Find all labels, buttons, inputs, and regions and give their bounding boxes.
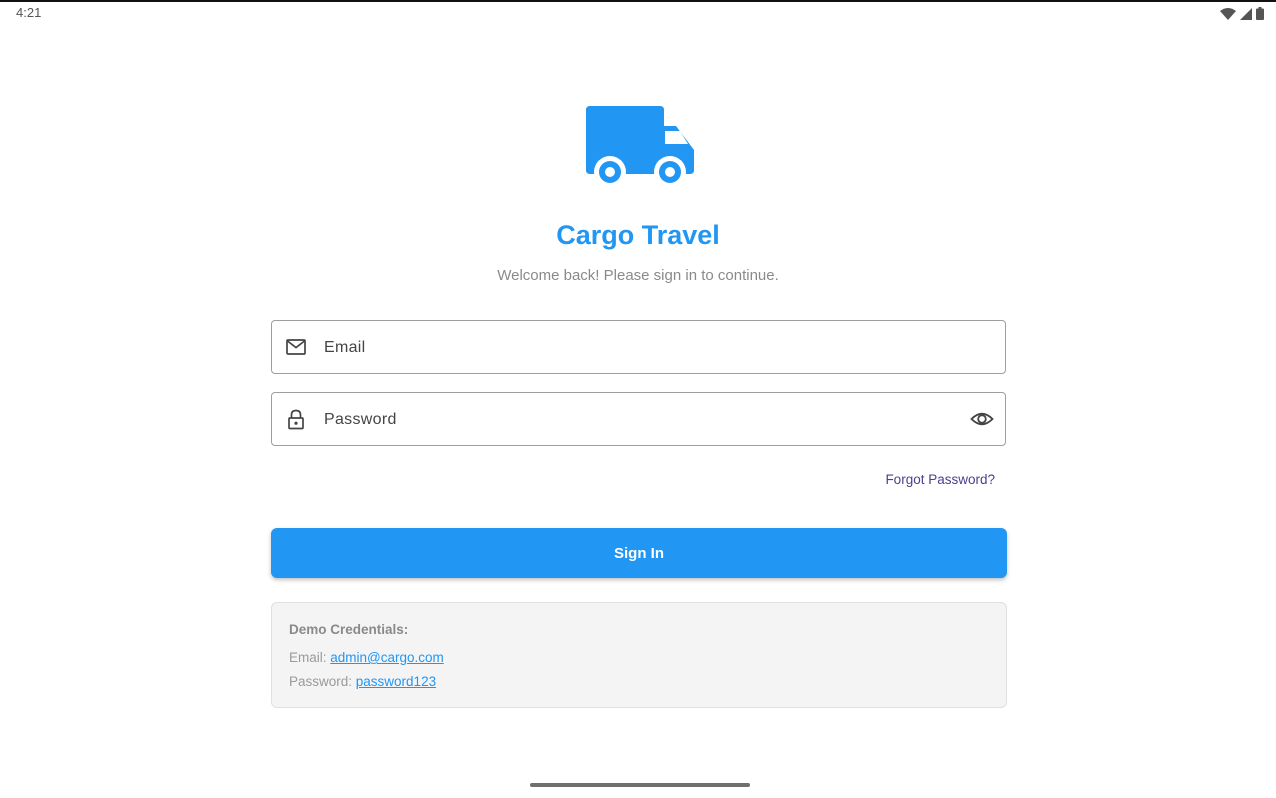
- status-time: 4:21: [16, 5, 42, 20]
- wifi-icon: [1220, 7, 1236, 20]
- email-field-label: Email: [324, 339, 366, 356]
- battery-icon: [1256, 7, 1264, 20]
- signal-icon: [1240, 7, 1252, 20]
- status-icons: [1220, 7, 1264, 20]
- password-field[interactable]: Password: [271, 392, 1006, 446]
- demo-password-prefix: Password:: [289, 674, 356, 689]
- truck-icon: [586, 106, 694, 188]
- lock-icon: [288, 409, 304, 430]
- home-indicator[interactable]: [530, 783, 750, 787]
- demo-password-row: Password: password123: [289, 674, 436, 689]
- demo-password-link[interactable]: password123: [356, 674, 436, 689]
- demo-email-prefix: Email:: [289, 650, 331, 665]
- demo-credentials-box: Demo Credentials: Email: admin@cargo.com…: [271, 602, 1007, 708]
- sign-in-button[interactable]: Sign In: [271, 528, 1007, 578]
- email-field[interactable]: Email: [271, 320, 1006, 374]
- eye-icon[interactable]: [970, 408, 994, 430]
- status-bar: 4:21: [0, 2, 1276, 24]
- forgot-password-link[interactable]: Forgot Password?: [885, 472, 995, 487]
- demo-email-row: Email: admin@cargo.com: [289, 650, 444, 665]
- demo-email-link[interactable]: admin@cargo.com: [330, 650, 444, 665]
- mail-icon: [286, 339, 306, 355]
- demo-credentials-title: Demo Credentials:: [289, 622, 409, 637]
- app-title: Cargo Travel: [556, 220, 720, 250]
- welcome-subtitle: Welcome back! Please sign in to continue…: [497, 267, 779, 284]
- password-field-label: Password: [324, 411, 397, 428]
